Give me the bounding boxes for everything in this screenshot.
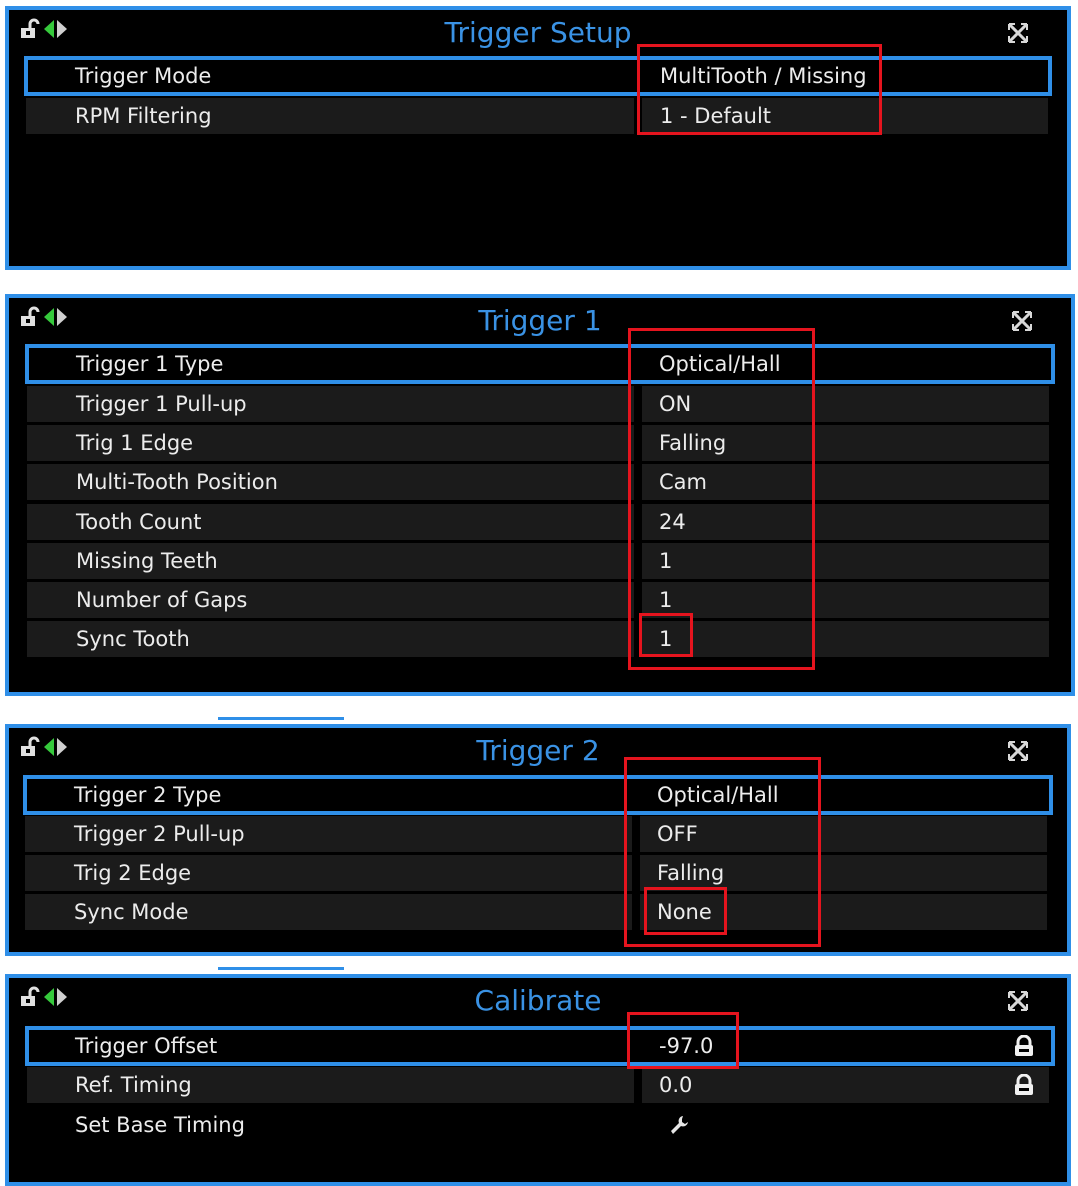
- settings-row[interactable]: Multi-Tooth Position Cam: [27, 464, 1049, 500]
- close-icon[interactable]: [1007, 740, 1029, 762]
- trigger-1-panel: Trigger 1 Trigger 1 Type Optical/Hall Tr…: [5, 294, 1075, 696]
- selected-row-highlight: [24, 56, 1052, 96]
- annotation-box: [644, 887, 727, 935]
- settings-row[interactable]: Trig 1 Edge Falling: [27, 425, 1049, 461]
- trigger-setup-panel: Trigger Setup Trigger Mode MultiTooth / …: [5, 6, 1071, 270]
- settings-row[interactable]: Sync Mode None: [25, 894, 1047, 930]
- setting-name: Trigger 2 Pull-up: [74, 822, 245, 846]
- settings-row[interactable]: Set Base Timing: [27, 1107, 1049, 1143]
- settings-row[interactable]: Tooth Count 24: [27, 504, 1049, 540]
- settings-row[interactable]: Trig 2 Edge Falling: [25, 855, 1047, 891]
- settings-row[interactable]: Trigger 1 Pull-up ON: [27, 386, 1049, 422]
- settings-row[interactable]: Trigger 2 Pull-up OFF: [25, 816, 1047, 852]
- lock-icon[interactable]: [1013, 1074, 1035, 1096]
- close-icon[interactable]: [1007, 22, 1029, 44]
- annotation-box: [627, 1012, 739, 1069]
- setting-name: Trig 1 Edge: [76, 431, 194, 455]
- panel-titlebar: Trigger 2: [9, 728, 1067, 768]
- panel-titlebar: Trigger 1: [9, 298, 1071, 338]
- setting-name: Ref. Timing: [75, 1073, 192, 1097]
- wrench-icon[interactable]: [667, 1113, 691, 1137]
- setting-value[interactable]: 0.0: [659, 1067, 692, 1103]
- selected-row-highlight: [23, 775, 1053, 815]
- settings-row[interactable]: Number of Gaps 1: [27, 582, 1049, 618]
- settings-row[interactable]: Ref. Timing 0.0: [27, 1067, 1049, 1103]
- background-fragment: [218, 717, 344, 720]
- close-icon[interactable]: [1011, 310, 1033, 332]
- panel-title: Trigger 1: [478, 304, 602, 337]
- panel-title: Trigger Setup: [444, 16, 632, 49]
- setting-name: Number of Gaps: [76, 588, 248, 612]
- setting-name: Trigger 1 Pull-up: [76, 392, 247, 416]
- annotation-box: [637, 44, 882, 135]
- setting-name: Tooth Count: [76, 510, 202, 534]
- calibrate-panel: Calibrate Trigger Offset -97.0 Ref. Timi…: [5, 974, 1071, 1186]
- settings-row[interactable]: RPM Filtering 1 - Default: [26, 98, 1048, 134]
- panel-title: Trigger 2: [476, 734, 600, 767]
- trigger-2-panel: Trigger 2 Trigger 2 Type Optical/Hall Tr…: [5, 724, 1071, 956]
- panel-title: Calibrate: [474, 984, 602, 1017]
- setting-name: Multi-Tooth Position: [76, 470, 278, 494]
- setting-name: Sync Mode: [74, 900, 189, 924]
- setting-name: Set Base Timing: [75, 1113, 245, 1137]
- annotation-box: [639, 613, 693, 657]
- panel-titlebar: Calibrate: [9, 978, 1067, 1018]
- selected-row-highlight: [25, 344, 1055, 384]
- settings-row[interactable]: Missing Teeth 1: [27, 543, 1049, 579]
- setting-name: RPM Filtering: [75, 104, 212, 128]
- close-icon[interactable]: [1007, 990, 1029, 1012]
- setting-name: Sync Tooth: [76, 627, 190, 651]
- setting-name: Missing Teeth: [76, 549, 218, 573]
- settings-row[interactable]: Sync Tooth 1: [27, 621, 1049, 657]
- background-fragment: [218, 967, 344, 970]
- panel-titlebar: Trigger Setup: [9, 10, 1067, 50]
- setting-name: Trig 2 Edge: [74, 861, 192, 885]
- selected-row-highlight: [25, 1026, 1055, 1066]
